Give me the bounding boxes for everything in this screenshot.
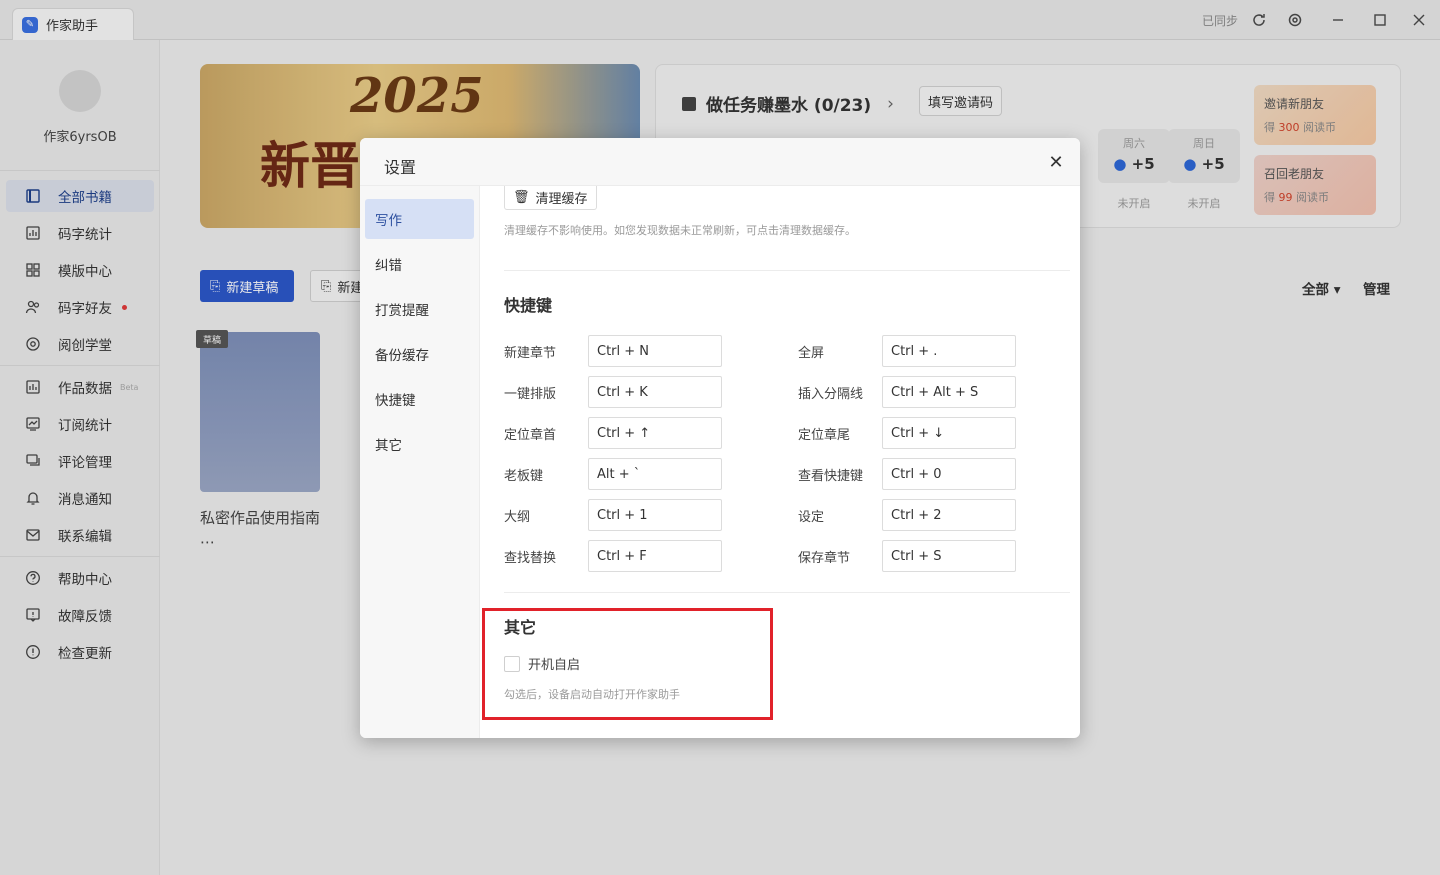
dialog-title: 设置: [384, 158, 417, 177]
shortcut-label: 查找替换: [504, 551, 557, 566]
shortcut-label: 定位章首: [504, 428, 557, 443]
divider: [504, 592, 1070, 593]
shortcut-input[interactable]: Ctrl + N: [588, 335, 722, 367]
shortcut-label: 一键排版: [504, 387, 557, 402]
close-icon[interactable]: ✕: [1046, 152, 1066, 173]
settings-tab-writing[interactable]: 写作: [365, 199, 474, 239]
highlight-box: [482, 608, 773, 720]
settings-tab-tip-reminder[interactable]: 打赏提醒: [365, 289, 474, 329]
shortcut-label: 大纲: [504, 510, 531, 525]
shortcut-input[interactable]: Ctrl + S: [882, 540, 1016, 572]
shortcut-input[interactable]: Ctrl + .: [882, 335, 1016, 367]
shortcut-label: 保存章节: [798, 551, 851, 566]
divider: [504, 270, 1070, 271]
shortcut-input[interactable]: Ctrl + 1: [588, 499, 722, 531]
shortcut-input[interactable]: Ctrl + 2: [882, 499, 1016, 531]
settings-tab-backup[interactable]: 备份缓存: [365, 334, 474, 374]
shortcut-input[interactable]: Ctrl + ↓: [882, 417, 1016, 449]
shortcut-input[interactable]: Ctrl + F: [588, 540, 722, 572]
shortcut-label: 插入分隔线: [798, 387, 864, 402]
trash-icon: 🗑: [513, 190, 530, 205]
clear-cache-button[interactable]: 🗑 清理缓存: [504, 186, 597, 210]
shortcut-input[interactable]: Ctrl + K: [588, 376, 722, 408]
clear-cache-label: 清理缓存: [535, 192, 588, 207]
shortcut-label: 全屏: [798, 346, 825, 361]
shortcut-input[interactable]: Ctrl + ↑: [588, 417, 722, 449]
settings-nav: 写作 纠错 打赏提醒 备份缓存 快捷键 其它: [360, 186, 480, 738]
shortcut-label: 设定: [798, 510, 825, 525]
cache-note: 清理缓存不影响使用。如您发现数据未正常刷新，可点击清理数据缓存。: [504, 224, 856, 237]
shortcut-input[interactable]: Ctrl + 0: [882, 458, 1016, 490]
shortcut-label: 查看快捷键: [798, 469, 864, 484]
shortcuts-title: 快捷键: [504, 296, 553, 315]
shortcut-label: 定位章尾: [798, 428, 851, 443]
shortcut-input[interactable]: Alt + `: [588, 458, 722, 490]
settings-tab-correction[interactable]: 纠错: [365, 244, 474, 284]
shortcut-label: 新建章节: [504, 346, 557, 361]
settings-tab-other[interactable]: 其它: [365, 424, 474, 464]
shortcut-label: 老板键: [504, 469, 544, 484]
shortcut-input[interactable]: Ctrl + Alt + S: [882, 376, 1016, 408]
settings-tab-shortcuts[interactable]: 快捷键: [365, 379, 474, 419]
dialog-header: 设置 ✕: [360, 138, 1080, 186]
